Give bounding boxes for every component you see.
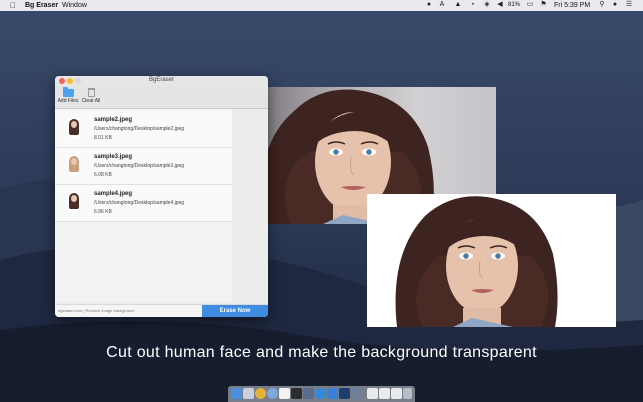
- desktop:  Bg Eraser Window ● A ▲ ⋆ ◈ ◀ 81% ▭ ⚑ F…: [0, 0, 643, 402]
- window-thumbnail-icon[interactable]: [391, 388, 402, 399]
- toolbar: Add Files Clear All: [55, 86, 268, 109]
- file-name: sample4.jpeg: [94, 191, 133, 197]
- app-icon[interactable]: [303, 388, 314, 399]
- dock: [228, 386, 415, 402]
- battery-icon[interactable]: ▭: [525, 0, 535, 8]
- apple-menu-icon[interactable]: : [10, 0, 16, 11]
- window-thumbnail-icon[interactable]: [367, 388, 378, 399]
- notes-icon[interactable]: [279, 388, 290, 399]
- file-path: /Users/changtong/Desktop/sample4.jpeg: [94, 200, 185, 206]
- finder-icon[interactable]: [231, 388, 242, 399]
- promo-caption: Cut out human face and make the backgrou…: [106, 344, 537, 361]
- status-app-icon[interactable]: ●: [425, 0, 433, 8]
- notification-center-icon[interactable]: ☰: [625, 0, 633, 8]
- menu-bar:  Bg Eraser Window ● A ▲ ⋆ ◈ ◀ 81% ▭ ⚑ F…: [0, 0, 643, 11]
- result-photo: [367, 194, 616, 327]
- volume-status-icon[interactable]: ▲: [454, 0, 462, 8]
- title-bar[interactable]: BgEraser: [55, 76, 268, 86]
- app-store-icon[interactable]: [315, 388, 326, 399]
- file-list-item[interactable]: sample3.jpeg /Users/changtong/Desktop/sa…: [55, 148, 232, 185]
- menu-window[interactable]: Window: [62, 0, 87, 11]
- menu-app-name[interactable]: Bg Eraser: [25, 0, 58, 11]
- trash-icon: [87, 88, 95, 97]
- add-files-button[interactable]: Add Files: [57, 87, 79, 108]
- file-thumbnail: [68, 192, 80, 212]
- user-icon[interactable]: ●: [611, 0, 619, 8]
- folder-icon: [62, 87, 74, 97]
- search-icon[interactable]: ⚲: [598, 0, 606, 8]
- flag-icon[interactable]: ⚑: [539, 0, 548, 8]
- file-list-item[interactable]: sample4.jpeg /Users/changtong/Desktop/sa…: [55, 185, 232, 222]
- app-icon[interactable]: [351, 388, 362, 399]
- wifi-icon[interactable]: ◈: [483, 0, 491, 8]
- status-text-icon[interactable]: A: [438, 0, 446, 8]
- footer-link[interactable]: bgeraser.com | Remove image background: [58, 308, 134, 313]
- volume-icon[interactable]: ◀: [496, 0, 504, 8]
- file-size: 8.01 KB: [94, 135, 112, 141]
- xcode-icon[interactable]: [327, 388, 338, 399]
- clear-all-label: Clear All: [81, 98, 101, 104]
- safari-icon[interactable]: [267, 388, 278, 399]
- file-thumbnail: [68, 118, 80, 138]
- window-thumbnail-icon[interactable]: [379, 388, 390, 399]
- file-path: /Users/changtong/Desktop/sample2.jpeg: [94, 126, 185, 132]
- terminal-icon[interactable]: [291, 388, 302, 399]
- chrome-icon[interactable]: [255, 388, 266, 399]
- file-name: sample2.jpeg: [94, 117, 133, 123]
- erase-now-button[interactable]: Erase Now: [202, 305, 268, 317]
- file-thumbnail: [68, 155, 80, 175]
- file-list-item[interactable]: sample2.jpeg /Users/changtong/Desktop/sa…: [55, 111, 232, 148]
- portrait-transparent: [395, 196, 558, 327]
- add-files-label: Add Files: [57, 98, 79, 104]
- file-list: sample2.jpeg /Users/changtong/Desktop/sa…: [55, 109, 232, 302]
- file-size: 6.96 KB: [94, 209, 112, 215]
- window-footer: bgeraser.com | Remove image background E…: [55, 304, 268, 317]
- battery-percent: 81%: [508, 2, 521, 8]
- file-path: /Users/changtong/Desktop/sample3.jpeg: [94, 163, 185, 169]
- file-size: 6.08 KB: [94, 172, 112, 178]
- launchpad-icon[interactable]: [243, 388, 254, 399]
- bgeraser-window: BgEraser Add Files Clear All sample2.jpe…: [55, 76, 268, 317]
- file-name: sample3.jpeg: [94, 154, 133, 160]
- window-title: BgEraser: [148, 77, 174, 83]
- bluetooth-icon[interactable]: ⋆: [469, 0, 477, 8]
- clear-all-button[interactable]: Clear All: [81, 88, 101, 108]
- clock[interactable]: Fri 5:39 PM: [554, 0, 590, 11]
- photoshop-icon[interactable]: [339, 388, 350, 399]
- trash-dock-icon[interactable]: [403, 388, 412, 399]
